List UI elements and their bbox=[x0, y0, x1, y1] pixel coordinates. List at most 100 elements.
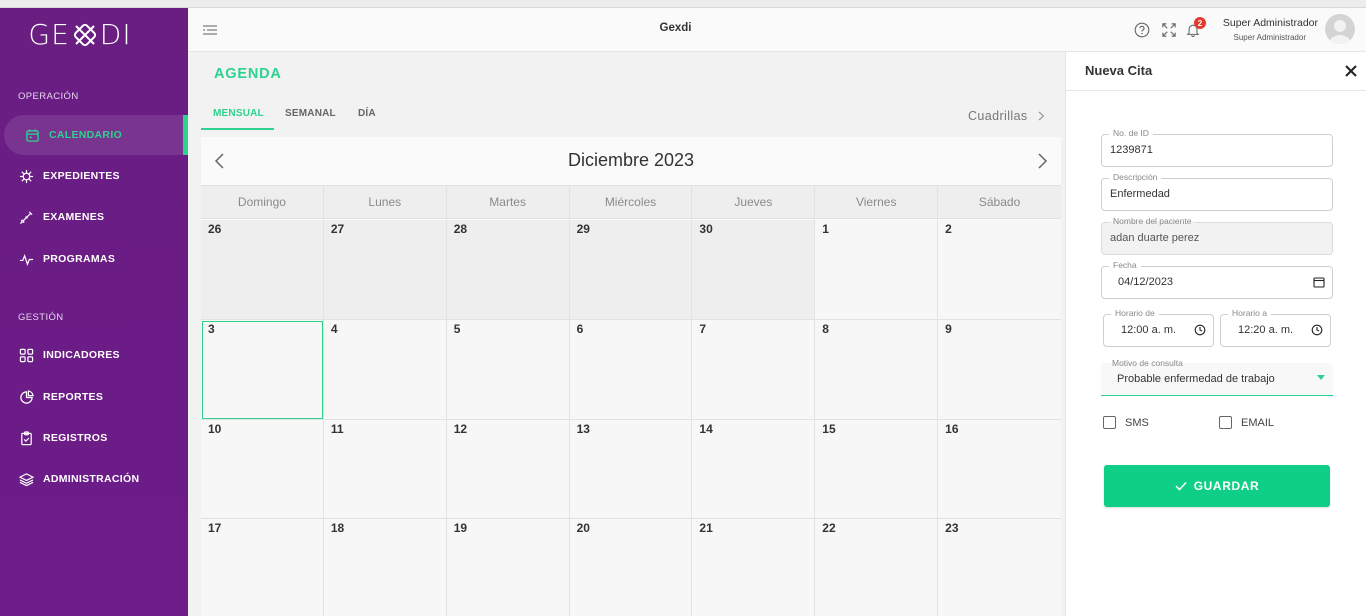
consultation-reason-value: Probable enfermedad de trabajo bbox=[1117, 373, 1275, 385]
calendar-day-cell[interactable]: 2 bbox=[938, 220, 1061, 320]
date-field-value: 04/12/2023 bbox=[1118, 276, 1174, 288]
save-button[interactable]: GUARDAR bbox=[1104, 465, 1330, 507]
cuadrillas-link[interactable]: Cuadrillas bbox=[968, 109, 1045, 123]
calendar-day-cell[interactable]: 4 bbox=[323, 320, 447, 420]
sidebar-item-registros[interactable]: REGISTROS bbox=[18, 421, 183, 455]
section-title-operacion: OPERACIÓN bbox=[18, 91, 79, 102]
consultation-reason-label: Motivo de consulta bbox=[1112, 358, 1183, 368]
email-checkbox-box[interactable] bbox=[1219, 416, 1232, 429]
sidebar-item-indicadores[interactable]: INDICADORES bbox=[18, 338, 183, 372]
email-checkbox[interactable]: EMAIL bbox=[1219, 416, 1274, 429]
calendar-day-cell[interactable]: 15 bbox=[815, 420, 939, 519]
calendar-day-cell[interactable]: 26 bbox=[201, 220, 324, 320]
calendar-day-cell[interactable]: 19 bbox=[446, 519, 570, 616]
sidebar-item-label: REPORTES bbox=[43, 391, 104, 403]
top-header: Gexdi 2 Super Administrador Super Admini… bbox=[188, 8, 1366, 52]
calendar-day-cell[interactable]: 10 bbox=[201, 420, 324, 519]
calendar-day-cell[interactable]: 21 bbox=[692, 519, 816, 616]
tab-mensual[interactable]: MENSUAL bbox=[213, 108, 264, 119]
time-from-field-label: Horario de bbox=[1111, 307, 1159, 319]
sidebar-item-calendario[interactable]: CALENDARIO bbox=[4, 115, 188, 155]
panel-divider bbox=[1066, 90, 1366, 91]
tab-dia[interactable]: DÍA bbox=[358, 108, 376, 119]
time-to-field[interactable]: Horario a 12:20 a. m. bbox=[1220, 307, 1331, 347]
calendar-day-cell[interactable]: 28 bbox=[446, 220, 570, 320]
logo-x-icon bbox=[73, 23, 96, 46]
clock-icon[interactable] bbox=[1311, 324, 1323, 336]
virus-icon bbox=[18, 168, 34, 184]
calendar-day-cell[interactable]: 13 bbox=[569, 420, 693, 519]
clock-icon[interactable] bbox=[1194, 324, 1206, 336]
sidebar-item-examenes[interactable]: EXAMENES bbox=[18, 200, 183, 234]
calendar-day-cell[interactable]: 18 bbox=[323, 519, 447, 616]
sidebar-item-administracion[interactable]: ADMINISTRACIÓN bbox=[18, 462, 183, 496]
time-to-field-value: 12:20 a. m. bbox=[1238, 324, 1294, 336]
calendar-day-cell[interactable]: 14 bbox=[692, 420, 816, 519]
sidebar-item-label: ADMINISTRACIÓN bbox=[43, 473, 140, 485]
tab-semanal[interactable]: SEMANAL bbox=[285, 108, 336, 119]
id-field[interactable]: No. de ID 1239871 bbox=[1101, 127, 1333, 167]
patient-name-field-value: adan duarte perez bbox=[1110, 232, 1200, 244]
calendar-day-cell[interactable]: 7 bbox=[692, 320, 816, 420]
weekday-label: Martes bbox=[447, 186, 570, 218]
id-field-value: 1239871 bbox=[1110, 144, 1153, 156]
sms-checkbox[interactable]: SMS bbox=[1103, 416, 1149, 429]
consultation-reason-select[interactable]: Motivo de consulta Probable enfermedad d… bbox=[1101, 358, 1333, 396]
calendar-day-cell[interactable]: 5 bbox=[446, 320, 570, 420]
user-name[interactable]: Super Administrador bbox=[1216, 17, 1318, 29]
sidebar-item-label: PROGRAMAS bbox=[43, 253, 116, 265]
date-field[interactable]: Fecha 04/12/2023 bbox=[1101, 259, 1333, 299]
calendar: Diciembre 2023 Domingo Lunes Martes Miér… bbox=[201, 137, 1061, 616]
month-label: Diciembre bbox=[567, 150, 649, 170]
year-label: 2023 bbox=[654, 150, 695, 170]
description-field-value: Enfermedad bbox=[1110, 188, 1170, 200]
calendar-grid: 26 27 28 29 30 1 2 3 4 5 6 7 8 9 10 11 1… bbox=[201, 220, 1061, 616]
date-field-label: Fecha bbox=[1109, 259, 1141, 271]
time-from-field[interactable]: Horario de 12:00 a. m. bbox=[1103, 307, 1214, 347]
calendar-day-cell[interactable]: 11 bbox=[323, 420, 447, 519]
save-button-label: GUARDAR bbox=[1193, 479, 1260, 493]
next-month-icon[interactable] bbox=[1035, 152, 1049, 170]
dropdown-caret-icon bbox=[1317, 375, 1325, 380]
sidebar-item-label: EXPEDIENTES bbox=[43, 170, 120, 182]
calendar-day-cell[interactable]: 27 bbox=[323, 220, 447, 320]
calendar-day-cell[interactable]: 29 bbox=[569, 220, 693, 320]
help-icon[interactable] bbox=[1133, 21, 1151, 39]
sidebar-item-label: EXAMENES bbox=[43, 211, 105, 223]
weekday-label: Lunes bbox=[324, 186, 447, 218]
calendar-day-cell[interactable]: 6 bbox=[569, 320, 693, 420]
calendar-day-cell[interactable]: 30 bbox=[692, 220, 816, 320]
patient-name-field: Nombre del paciente adan duarte perez bbox=[1101, 215, 1333, 255]
calendar-day-cell[interactable]: 20 bbox=[569, 519, 693, 616]
calendar-picker-icon[interactable] bbox=[1313, 276, 1325, 288]
calendar-day-cell[interactable]: 9 bbox=[938, 320, 1061, 420]
description-field[interactable]: Descripción Enfermedad bbox=[1101, 171, 1333, 211]
time-from-field-value: 12:00 a. m. bbox=[1121, 324, 1177, 336]
calendar-day-cell[interactable]: 23 bbox=[938, 519, 1061, 616]
sidebar-item-programas[interactable]: PROGRAMAS bbox=[18, 242, 183, 276]
section-title-gestion: GESTIÓN bbox=[18, 312, 64, 323]
pie-chart-icon bbox=[18, 389, 34, 405]
logo-text-left: GE bbox=[28, 18, 70, 51]
sidebar-item-expedientes[interactable]: EXPEDIENTES bbox=[18, 159, 183, 193]
sidebar-item-reportes[interactable]: REPORTES bbox=[18, 380, 183, 414]
calendar-day-cell[interactable]: 1 bbox=[815, 220, 939, 320]
layers-icon bbox=[18, 471, 34, 487]
cuadrillas-label: Cuadrillas bbox=[968, 109, 1028, 123]
close-icon[interactable] bbox=[1344, 64, 1358, 78]
app-logo[interactable]: GE DI bbox=[0, 18, 160, 51]
calendar-day-cell-selected[interactable]: 3 bbox=[201, 320, 324, 420]
avatar[interactable] bbox=[1325, 14, 1355, 44]
sidebar-item-label: CALENDARIO bbox=[49, 129, 122, 141]
calendar-day-cell[interactable]: 22 bbox=[815, 519, 939, 616]
fullscreen-icon[interactable] bbox=[1160, 21, 1178, 39]
email-checkbox-label: EMAIL bbox=[1241, 416, 1275, 429]
logo-text-right: DI bbox=[99, 18, 132, 51]
sidebar-item-label: INDICADORES bbox=[43, 349, 120, 361]
sms-checkbox-box[interactable] bbox=[1103, 416, 1116, 429]
calendar-day-cell[interactable]: 16 bbox=[938, 420, 1061, 519]
weekday-label: Viernes bbox=[815, 186, 939, 218]
calendar-day-cell[interactable]: 12 bbox=[446, 420, 570, 519]
calendar-day-cell[interactable]: 8 bbox=[815, 320, 939, 420]
calendar-day-cell[interactable]: 17 bbox=[201, 519, 324, 616]
